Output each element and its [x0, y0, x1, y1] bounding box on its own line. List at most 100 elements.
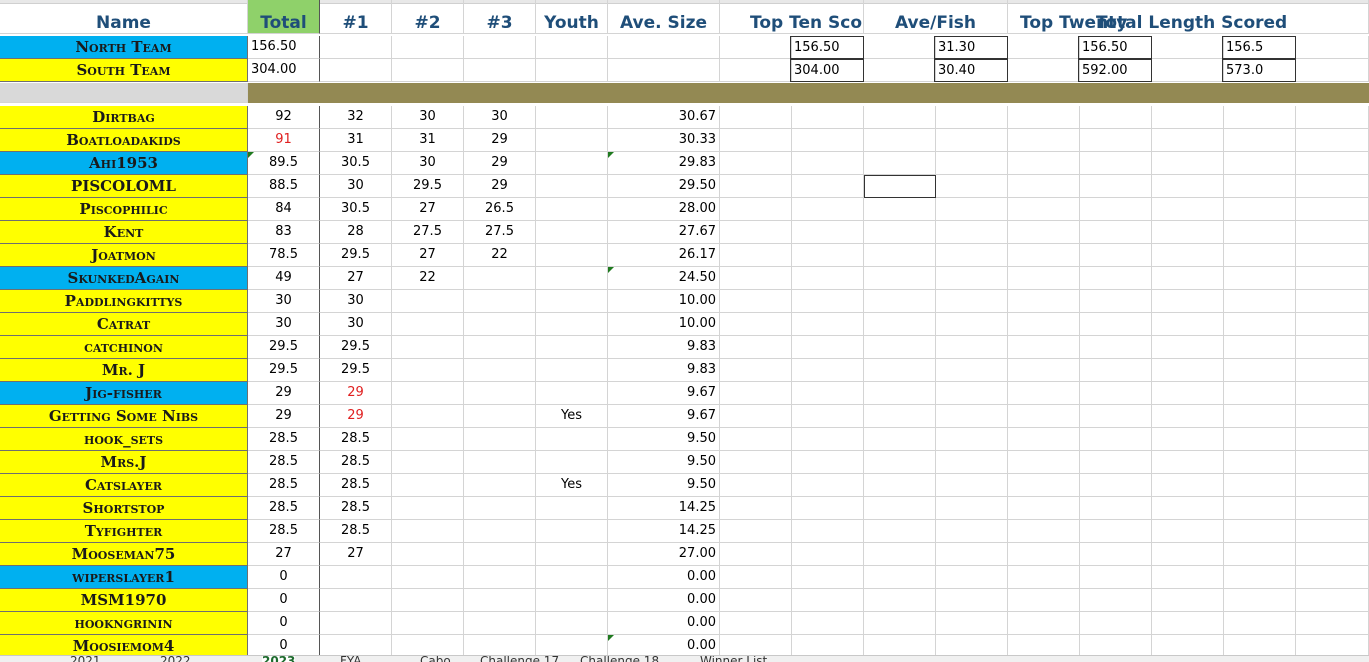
empty-cell[interactable] [1008, 244, 1080, 267]
player-total[interactable]: 29.5 [248, 359, 320, 382]
player-name[interactable]: Paddlingkittys [0, 290, 248, 313]
empty-cell[interactable] [864, 612, 936, 635]
empty-cell[interactable] [936, 359, 1008, 382]
empty-cell[interactable] [1008, 612, 1080, 635]
empty-cell[interactable] [792, 267, 864, 290]
player-fish-2[interactable] [392, 313, 464, 336]
player-ave-size[interactable]: 14.25 [608, 520, 720, 543]
empty-cell[interactable] [864, 129, 936, 152]
team-name-0[interactable]: North Team [0, 36, 248, 59]
empty-cell[interactable] [720, 290, 792, 313]
empty-cell[interactable] [1008, 129, 1080, 152]
empty-cell[interactable] [936, 474, 1008, 497]
player-fish-3[interactable] [464, 520, 536, 543]
player-fish-1[interactable]: 30 [320, 290, 392, 313]
selected-cell[interactable] [864, 175, 936, 198]
team-cell[interactable] [1008, 36, 1080, 59]
player-ave-size[interactable]: 29.50 [608, 175, 720, 198]
player-name[interactable]: Mrs.J [0, 451, 248, 474]
empty-cell[interactable] [1224, 589, 1296, 612]
player-youth[interactable] [536, 520, 608, 543]
player-fish-3[interactable]: 30 [464, 106, 536, 129]
empty-cell[interactable] [1152, 382, 1224, 405]
player-youth[interactable]: Yes [536, 405, 608, 428]
sheet-tab[interactable]: 2022 [160, 656, 191, 662]
empty-cell[interactable] [1080, 106, 1152, 129]
empty-cell[interactable] [1080, 566, 1152, 589]
player-fish-3[interactable]: 27.5 [464, 221, 536, 244]
player-fish-1[interactable]: 29 [320, 405, 392, 428]
empty-cell[interactable] [720, 313, 792, 336]
empty-cell[interactable] [1152, 267, 1224, 290]
empty-cell[interactable] [792, 359, 864, 382]
empty-cell[interactable] [936, 198, 1008, 221]
player-total[interactable]: 28.5 [248, 474, 320, 497]
player-total[interactable]: 89.5 [248, 152, 320, 175]
player-ave-size[interactable]: 9.50 [608, 428, 720, 451]
empty-cell[interactable] [792, 290, 864, 313]
empty-cell[interactable] [792, 520, 864, 543]
empty-cell[interactable] [720, 175, 792, 198]
empty-cell[interactable] [936, 129, 1008, 152]
player-fish-1[interactable] [320, 589, 392, 612]
player-ave-size[interactable]: 0.00 [608, 589, 720, 612]
player-fish-3[interactable] [464, 405, 536, 428]
team-cell[interactable] [392, 36, 464, 59]
empty-cell[interactable] [720, 612, 792, 635]
empty-cell[interactable] [864, 336, 936, 359]
player-total[interactable]: 28.5 [248, 451, 320, 474]
empty-cell[interactable] [1224, 428, 1296, 451]
player-ave-size[interactable]: 10.00 [608, 313, 720, 336]
empty-cell[interactable] [792, 198, 864, 221]
empty-cell[interactable] [1224, 612, 1296, 635]
player-youth[interactable] [536, 359, 608, 382]
player-total[interactable]: 91 [248, 129, 320, 152]
empty-cell[interactable] [1080, 359, 1152, 382]
empty-cell[interactable] [1080, 543, 1152, 566]
empty-cell[interactable] [1224, 152, 1296, 175]
sheet-tab[interactable]: FYA [340, 656, 362, 662]
empty-cell[interactable] [1008, 405, 1080, 428]
player-fish-3[interactable] [464, 428, 536, 451]
player-name[interactable]: Getting Some Nibs [0, 405, 248, 428]
empty-cell[interactable] [1080, 198, 1152, 221]
player-fish-2[interactable] [392, 612, 464, 635]
player-youth[interactable] [536, 336, 608, 359]
empty-cell[interactable] [1296, 566, 1369, 589]
player-name[interactable]: Boatloadakids [0, 129, 248, 152]
header-youth[interactable]: Youth [536, 0, 608, 34]
empty-cell[interactable] [1296, 520, 1369, 543]
empty-cell[interactable] [720, 152, 792, 175]
header-total[interactable]: Total [248, 0, 320, 34]
empty-cell[interactable] [792, 313, 864, 336]
empty-cell[interactable] [1008, 382, 1080, 405]
empty-cell[interactable] [1008, 359, 1080, 382]
empty-cell[interactable] [1152, 106, 1224, 129]
player-fish-3[interactable]: 22 [464, 244, 536, 267]
empty-cell[interactable] [1008, 474, 1080, 497]
empty-cell[interactable] [1080, 267, 1152, 290]
empty-cell[interactable] [1224, 497, 1296, 520]
player-name[interactable]: Mr. J [0, 359, 248, 382]
empty-cell[interactable] [1224, 290, 1296, 313]
empty-cell[interactable] [1296, 106, 1369, 129]
empty-cell[interactable] [1296, 612, 1369, 635]
player-fish-3[interactable] [464, 543, 536, 566]
empty-cell[interactable] [792, 543, 864, 566]
empty-cell[interactable] [1296, 428, 1369, 451]
player-fish-1[interactable]: 31 [320, 129, 392, 152]
player-total[interactable]: 0 [248, 612, 320, 635]
empty-cell[interactable] [1296, 198, 1369, 221]
empty-cell[interactable] [1080, 152, 1152, 175]
sheet-tab[interactable]: Cabo [420, 656, 451, 662]
player-youth[interactable] [536, 198, 608, 221]
team-cell[interactable] [536, 36, 608, 59]
sheet-tab[interactable]: Winner List [700, 656, 767, 662]
player-name[interactable]: MSM1970 [0, 589, 248, 612]
player-name[interactable]: Shortstop [0, 497, 248, 520]
player-fish-1[interactable]: 30.5 [320, 152, 392, 175]
empty-cell[interactable] [936, 336, 1008, 359]
team-cell[interactable] [392, 59, 464, 82]
team-cell[interactable] [320, 36, 392, 59]
empty-cell[interactable] [1152, 152, 1224, 175]
